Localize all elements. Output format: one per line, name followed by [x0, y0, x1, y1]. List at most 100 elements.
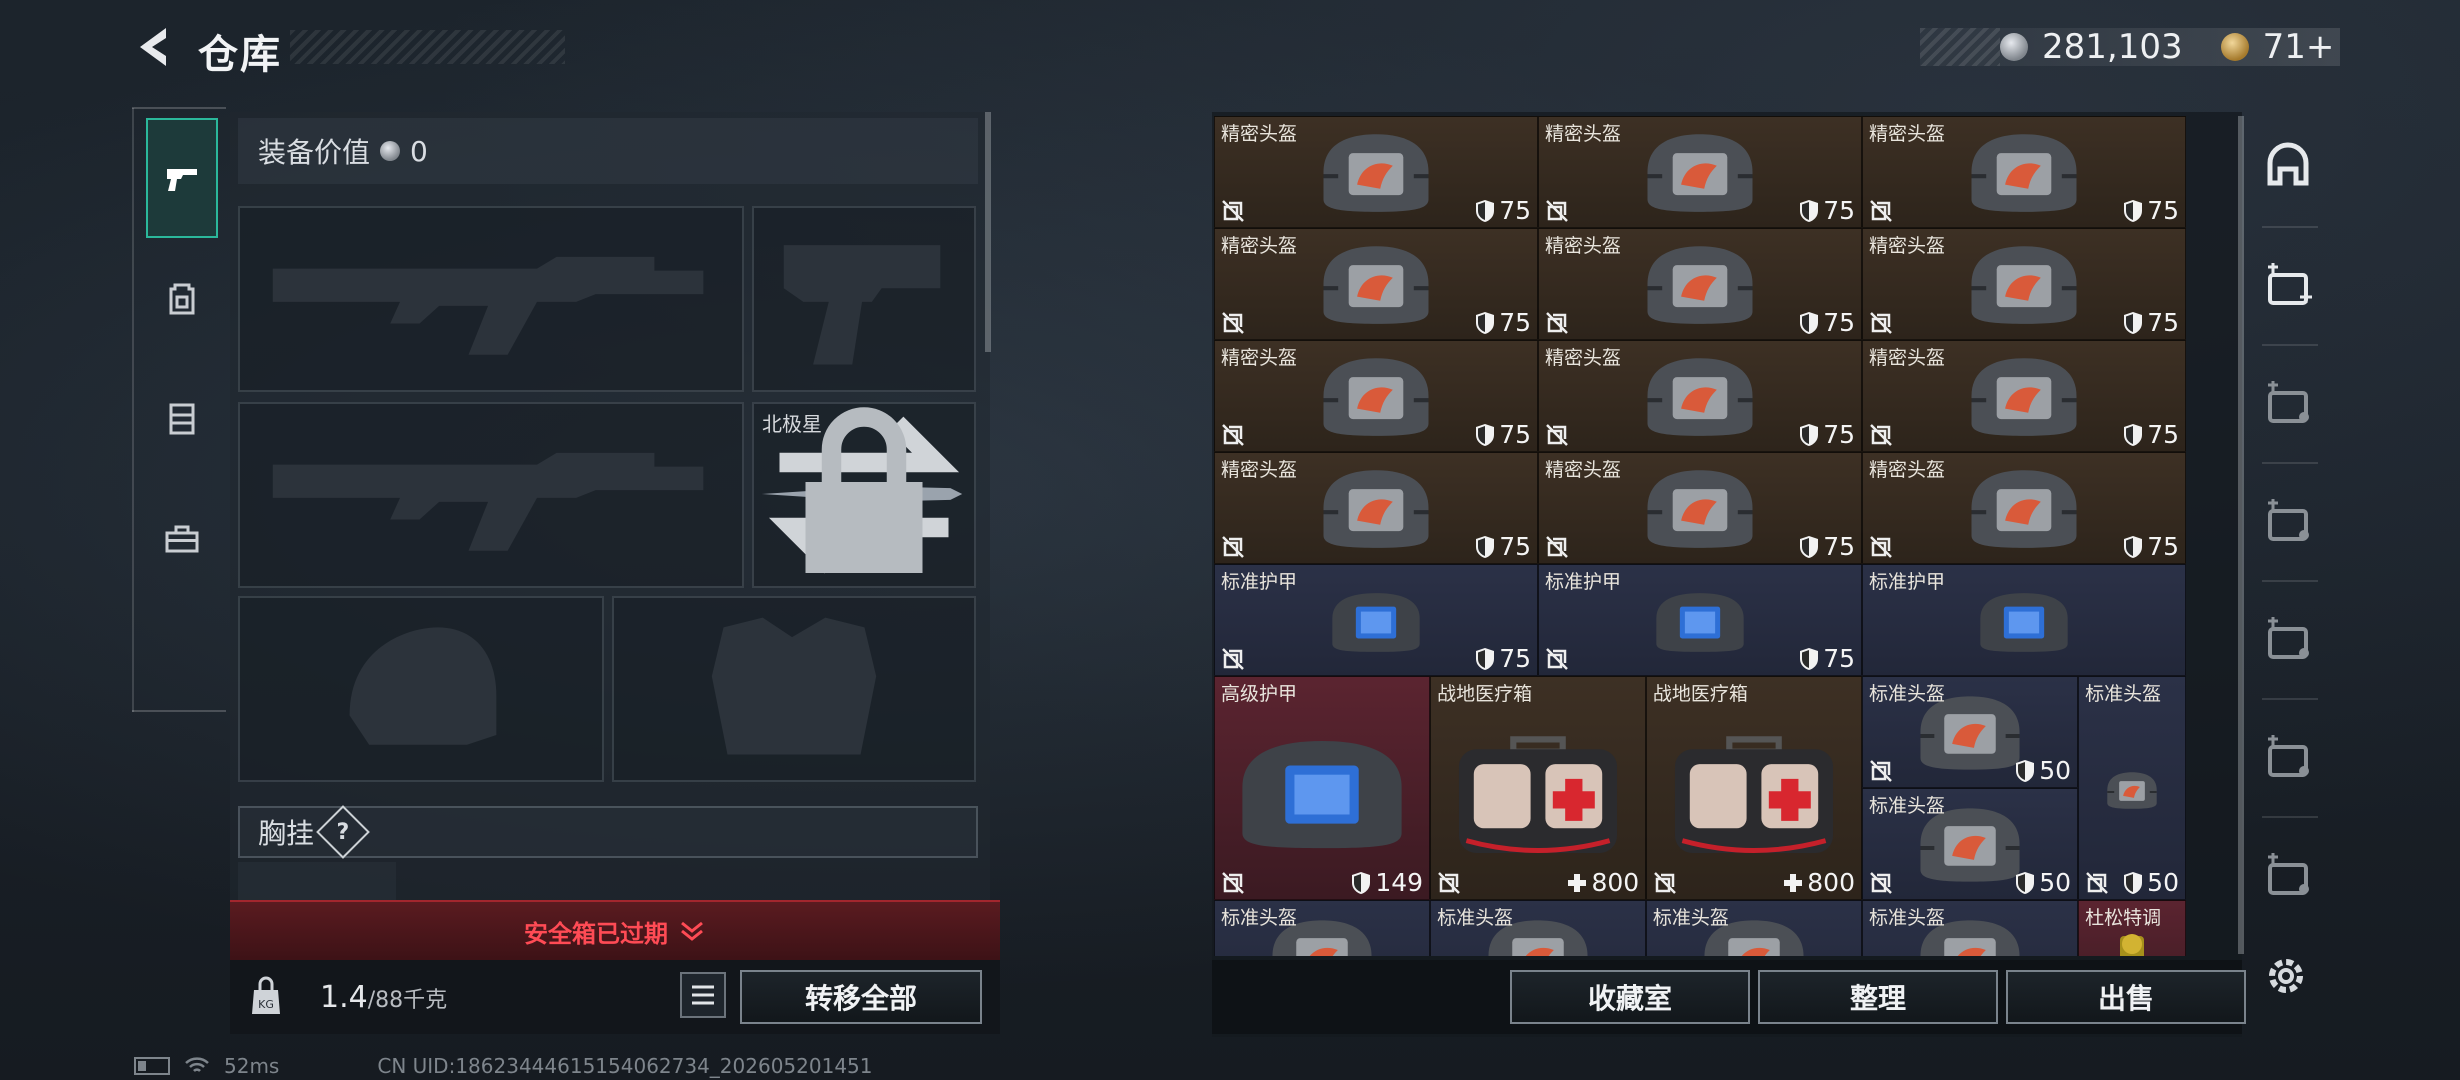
gold-balance[interactable]: 71+	[2263, 27, 2335, 67]
right-sidebar-item[interactable]	[2252, 466, 2324, 576]
settings-gear-icon[interactable]	[2262, 952, 2310, 1000]
back-button[interactable]	[130, 22, 180, 72]
item-value: 75	[1474, 308, 1531, 337]
storage-item-cell[interactable]: 精密头盔 75	[1214, 452, 1538, 564]
no-transfer-icon	[1222, 648, 1244, 670]
item-name: 精密头盔	[1221, 347, 1298, 369]
chest-rig-slot[interactable]	[238, 862, 396, 902]
storage-item-cell[interactable]: 精密头盔 75	[1538, 228, 1862, 340]
storage-item-cell[interactable]: 标准头盔	[1862, 900, 2079, 956]
storage-item-cell[interactable]: 精密头盔 75	[1862, 228, 2186, 340]
currency-stripe	[1920, 28, 2000, 66]
storage-item-cell[interactable]: 战地医疗箱 800	[1430, 676, 1647, 900]
silver-coin-icon	[2000, 33, 2028, 61]
container-1-icon	[2268, 263, 2312, 305]
item-value: 75	[2122, 420, 2179, 449]
equipment-scrollbar[interactable]	[985, 112, 991, 352]
storage-item-cell[interactable]: 精密头盔 75	[1538, 452, 1862, 564]
storage-item-cell[interactable]: 精密头盔 75	[1538, 116, 1862, 228]
helmet-item-image	[1635, 466, 1765, 554]
item-name: 精密头盔	[1221, 459, 1298, 481]
storage-item-cell[interactable]: 精密头盔 75	[1862, 452, 2186, 564]
no-transfer-icon	[1870, 200, 1892, 222]
durability-shield-icon	[2016, 871, 2035, 894]
helmet-slot[interactable]	[238, 596, 604, 782]
gold-coin-icon	[2220, 33, 2249, 61]
collection-room-button[interactable]: 收藏室	[1510, 970, 1750, 1024]
help-icon[interactable]: ?	[316, 805, 370, 859]
storage-item-cell[interactable]: 标准护甲	[1862, 564, 2186, 676]
sidebar-item-toolbox[interactable]	[146, 478, 218, 598]
safe-box-expired-text: 安全箱已过期	[524, 919, 668, 948]
page-title: 仓库	[198, 32, 282, 78]
primary-rifle-slot[interactable]	[238, 206, 744, 392]
sidebar-item-vest[interactable]	[146, 358, 218, 478]
durability-shield-icon	[2124, 423, 2143, 446]
storage-item-cell[interactable]: 精密头盔 75	[1214, 116, 1538, 228]
helmet-item-image	[1311, 130, 1441, 218]
no-transfer-icon	[1222, 424, 1244, 446]
storage-item-cell[interactable]: 精密头盔 75	[1862, 340, 2186, 452]
storage-item-cell[interactable]: 标准护甲 75	[1214, 564, 1538, 676]
rifle-silhouette-icon	[272, 452, 704, 551]
item-value: 75	[1798, 532, 1855, 561]
helmet-item-image	[1959, 466, 2089, 554]
storage-item-cell[interactable]: 标准头盔	[1645, 900, 1862, 956]
item-name: 标准头盔	[1869, 907, 1946, 929]
storage-item-cell[interactable]: 标准护甲 75	[1538, 564, 1862, 676]
storage-item-cell[interactable]: 战地医疗箱 800	[1645, 676, 1862, 900]
storage-item-cell[interactable]: 精密头盔 75	[1214, 340, 1538, 452]
backpack-icon	[169, 283, 195, 315]
sidebar-divider	[2262, 816, 2318, 818]
storage-item-cell[interactable]: 精密头盔 75	[1214, 228, 1538, 340]
right-sidebar-item[interactable]	[2252, 584, 2324, 694]
item-value: 75	[1798, 196, 1855, 225]
no-transfer-icon	[1546, 424, 1568, 446]
durability-shield-icon	[1476, 199, 1495, 222]
helmet-item-image	[1311, 354, 1441, 442]
item-value: 75	[2122, 308, 2179, 337]
item-value: 75	[1474, 644, 1531, 673]
safe-box-expired-banner[interactable]: 安全箱已过期	[230, 900, 1000, 960]
storage-scrollbar[interactable]	[2238, 116, 2244, 954]
durability-shield-icon	[1800, 647, 1819, 670]
chest-rig-bar[interactable]: 胸挂 ?	[238, 805, 978, 859]
helmet-item-image	[2102, 745, 2161, 839]
right-sidebar-item[interactable]	[2252, 112, 2324, 222]
storage-item-cell[interactable]: 标准头盔 50	[1862, 788, 2079, 900]
right-sidebar-item[interactable]	[2252, 702, 2324, 812]
right-sidebar-item[interactable]	[2252, 820, 2324, 930]
sort-button[interactable]: 整理	[1758, 970, 1998, 1024]
durability-shield-icon	[2124, 535, 2143, 558]
storage-item-cell[interactable]: 标准头盔 50	[1862, 676, 2079, 788]
list-view-button[interactable]	[680, 972, 726, 1018]
rifle-silhouette-icon	[272, 256, 704, 355]
melee-slot[interactable]: 北极星	[752, 402, 976, 588]
storage-item-cell[interactable]: 精密头盔 75	[1538, 340, 1862, 452]
storage-item-cell[interactable]: 精密头盔 75	[1862, 116, 2186, 228]
item-name: 高级护甲	[1221, 683, 1298, 705]
storage-item-cell[interactable]: 高级护甲 149	[1214, 676, 1431, 900]
storage-item-cell[interactable]: 标准头盔 50	[2078, 676, 2186, 900]
double-chevron-down-icon	[681, 921, 703, 941]
right-sidebar-item[interactable]	[2252, 230, 2324, 340]
silver-balance: 281,103	[2042, 27, 2183, 67]
durability-shield-icon	[1476, 311, 1495, 334]
item-name: 精密头盔	[1221, 235, 1298, 257]
storage-item-cell[interactable]: 杜松特调	[2078, 900, 2186, 956]
storage-item-cell[interactable]: 标准头盔	[1430, 900, 1647, 956]
container-3-icon	[2268, 499, 2309, 541]
storage-item-cell[interactable]: 标准头盔	[1214, 900, 1431, 956]
right-sidebar-item[interactable]	[2252, 348, 2324, 458]
sidebar-item-weapons[interactable]	[146, 118, 218, 238]
sidebar-divider	[2262, 344, 2318, 346]
secondary-rifle-slot[interactable]	[238, 402, 744, 588]
transfer-all-button[interactable]: 转移全部	[740, 970, 982, 1024]
sidebar-item-backpack[interactable]	[146, 238, 218, 358]
no-transfer-icon	[1222, 312, 1244, 334]
armor-slot[interactable]	[612, 596, 976, 782]
left-sidebar	[132, 108, 228, 712]
sell-button[interactable]: 出售	[2006, 970, 2246, 1024]
durability-shield-icon	[2124, 871, 2143, 894]
pistol-slot[interactable]	[752, 206, 976, 392]
